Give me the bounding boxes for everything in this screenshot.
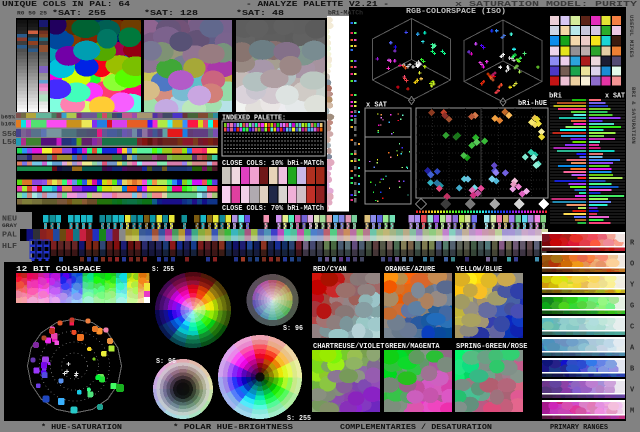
svg-text:RED/CYAN: RED/CYAN [313, 266, 347, 274]
svg-text:L50: L50 [2, 139, 17, 147]
svg-text:USEFUL MIXES: USEFUL MIXES [628, 15, 635, 58]
svg-text:S: 96: S: 96 [283, 325, 303, 333]
svg-text:G: G [630, 303, 634, 311]
svg-text:YELLOW/BLUE: YELLOW/BLUE [456, 266, 502, 274]
svg-text:b10%: b10% [1, 121, 16, 128]
svg-text:BRI & SATURATION: BRI & SATURATION [630, 87, 637, 144]
svg-text:x SAT: x SAT [605, 93, 625, 101]
svg-text:S: 255: S: 255 [152, 266, 174, 274]
svg-text:bRi-MATCh: bRi-MATCh [328, 10, 363, 17]
svg-text:GREEN/MAGENTA: GREEN/MAGENTA [385, 343, 440, 351]
svg-text:PAL: PAL [2, 232, 17, 240]
svg-text:M: M [630, 408, 634, 416]
svg-text:S50: S50 [2, 131, 17, 139]
svg-text:CLOSE COLS: 70% bRi-MATCh: CLOSE COLS: 70% bRi-MATCh [222, 205, 324, 213]
svg-text:GRAY: GRAY [2, 222, 18, 229]
svg-text:ORANGE/AZURE: ORANGE/AZURE [385, 266, 435, 274]
svg-text:*SAT: 128: *SAT: 128 [144, 10, 198, 18]
svg-text:* HUE-SATURATION: * HUE-SATURATION [41, 424, 122, 432]
svg-text:*SAT: 255: *SAT: 255 [52, 10, 106, 18]
svg-text:bRi: bRi [549, 93, 562, 101]
svg-text:PRIMARY RANGES: PRIMARY RANGES [550, 424, 608, 432]
svg-text:12 BIT COLSPACE: 12 BIT COLSPACE [16, 266, 101, 274]
svg-text:SPRING-GREEN/ROSE: SPRING-GREEN/ROSE [456, 343, 527, 351]
svg-text:- ANALYZE PALETTE V2.21 -: - ANALYZE PALETTE V2.21 - [246, 1, 389, 9]
svg-text:O: O [630, 261, 634, 269]
svg-text:b65%: b65% [1, 114, 16, 121]
svg-text:C: C [630, 324, 634, 332]
svg-text:RGB-COLORSPACE (ISO): RGB-COLORSPACE (ISO) [406, 8, 506, 16]
svg-text:S: 96: S: 96 [156, 358, 176, 366]
svg-text:UNIQUE COLS IN PAL: 64: UNIQUE COLS IN PAL: 64 [2, 1, 130, 9]
svg-text:* POLAR HUE-BRIGHTNESS: * POLAR HUE-BRIGHTNESS [173, 424, 293, 432]
svg-text:*SAT: 48: *SAT: 48 [236, 10, 284, 18]
svg-text:HLF: HLF [2, 243, 17, 251]
svg-text:R0 50 25: R0 50 25 [17, 10, 48, 17]
svg-text:CHARTREUSE/VIOLET: CHARTREUSE/VIOLET [313, 343, 384, 351]
svg-text:COMPLEMENTARIES / DESATURATION: COMPLEMENTARIES / DESATURATION [340, 424, 492, 432]
svg-text:CLOSE COLS: 10% bRi-MATCh: CLOSE COLS: 10% bRi-MATCh [222, 160, 324, 168]
svg-text:bRi-hUE: bRi-hUE [518, 100, 547, 108]
